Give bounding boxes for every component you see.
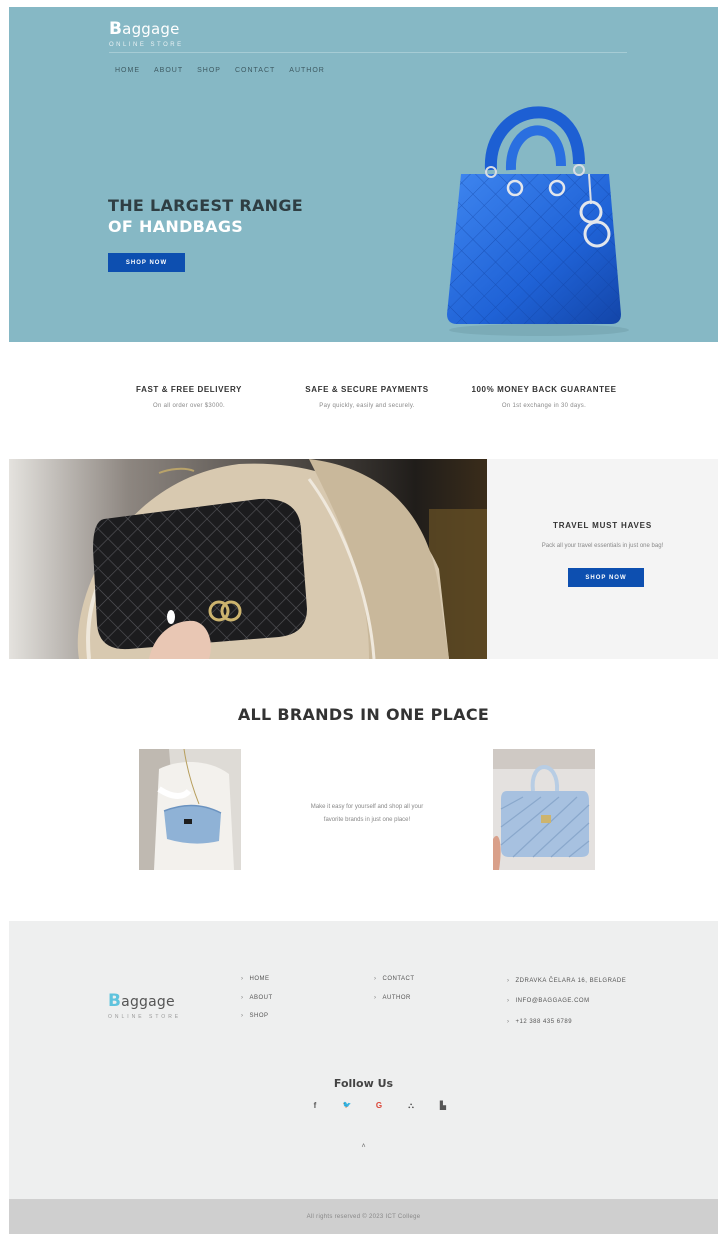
brands-text: Make it easy for yourself and shop all y… (267, 801, 467, 827)
footer-contact-text: INFO@BAGGAGE.COM (515, 998, 590, 1004)
footer: Baggage ONLINE STORE › HOME › ABOUT › SHOP … (9, 921, 718, 1199)
brand-image-right[interactable] (493, 749, 595, 870)
travel-panel: TRAVEL MUST HAVES Pack all your travel e… (487, 459, 718, 659)
footer-email[interactable]: › INFO@BAGGAGE.COM (507, 998, 590, 1004)
brands-text-line1: Make it easy for yourself and shop all y… (310, 804, 424, 810)
logo-initial: B (109, 19, 123, 39)
chevron-right-icon: › (241, 1013, 244, 1019)
footer-logo[interactable]: Baggage ONLINE STORE (108, 991, 181, 1020)
footer-logo-initial: B (108, 991, 122, 1011)
header-divider (109, 52, 627, 53)
travel-bag-image (9, 459, 487, 659)
sitemap-icon[interactable]: ⛬ (395, 1101, 427, 1111)
feature-payments: SAFE & SECURE PAYMENTS Pay quickly, easi… (272, 385, 462, 409)
footer-link-label: AUTHOR (382, 995, 411, 1001)
feature-delivery: FAST & FREE DELIVERY On all order over $… (94, 385, 284, 409)
hero-title-line1: THE LARGEST RANGE (108, 196, 304, 215)
travel-title: TRAVEL MUST HAVES (553, 521, 652, 530)
chevron-right-icon: › (507, 1019, 510, 1025)
facebook-icon[interactable]: f (299, 1101, 331, 1111)
footer-link-label: CONTACT (382, 976, 415, 982)
logo-rest: aggage (122, 20, 180, 38)
nav-author[interactable]: AUTHOR (289, 67, 325, 74)
chevron-right-icon: › (241, 995, 244, 1001)
footer-link-label: SHOP (249, 1013, 269, 1019)
feature-text: Pay quickly, easily and securely. (319, 403, 415, 409)
features-section: FAST & FREE DELIVERY On all order over $… (9, 385, 718, 425)
footer-phone[interactable]: › +12 388 435 6789 (507, 1019, 572, 1025)
main-nav: HOME ABOUT SHOP CONTACT AUTHOR (115, 67, 325, 74)
footer-contact-text: +12 388 435 6789 (515, 1019, 573, 1025)
brands-text-line2: favorite brands in just one place! (323, 817, 411, 823)
hero-handbag-image (439, 92, 634, 337)
footer-link-label: HOME (249, 976, 270, 982)
back-to-top-icon[interactable]: ˄ (9, 1143, 718, 1150)
nav-about[interactable]: ABOUT (154, 67, 183, 74)
feature-guarantee: 100% MONEY BACK GUARANTEE On 1st exchang… (449, 385, 639, 409)
travel-text: Pack all your travel essentials in just … (541, 543, 664, 549)
chevron-right-icon: › (374, 976, 377, 982)
nav-contact[interactable]: CONTACT (235, 67, 275, 74)
chevron-right-icon: › (507, 998, 510, 1004)
footer-link-contact[interactable]: › CONTACT (374, 976, 415, 982)
footer-link-label: ABOUT (249, 995, 273, 1001)
travel-shop-now-button[interactable]: SHOP NOW (568, 568, 644, 587)
brands-title: ALL BRANDS IN ONE PLACE (237, 705, 490, 724)
hero-section: Baggage ONLINE STORE HOME ABOUT SHOP CON… (9, 7, 718, 342)
copyright-bar: All rights reserved © 2023 ICT College (9, 1199, 718, 1234)
footer-link-author[interactable]: › AUTHOR (374, 995, 411, 1001)
feature-text: On 1st exchange in 30 days. (501, 403, 587, 409)
footer-address: › ZDRAVKA ČELARA 16, BELGRADE (507, 978, 626, 984)
footer-link-shop[interactable]: › SHOP (241, 1013, 269, 1019)
footer-logo-rest: aggage (121, 994, 175, 1010)
page: Baggage ONLINE STORE HOME ABOUT SHOP CON… (9, 7, 718, 1234)
feature-title: SAFE & SECURE PAYMENTS (305, 385, 429, 394)
follow-us-title: Follow Us (333, 1077, 394, 1090)
twitter-icon[interactable]: 🐦 (331, 1101, 363, 1111)
footer-logo-tagline: ONLINE STORE (108, 1014, 182, 1020)
brand-image-left[interactable] (139, 749, 241, 870)
chevron-right-icon: › (374, 995, 377, 1001)
hero-title: THE LARGEST RANGE OF HANDBAGS (108, 195, 303, 237)
nav-shop[interactable]: SHOP (197, 67, 221, 74)
feature-text: On all order over $3000. (153, 403, 225, 409)
hero-shop-now-button[interactable]: SHOP NOW (108, 253, 185, 272)
logo-tagline: ONLINE STORE (109, 42, 184, 48)
social-links: f 🐦 G ⛬ ▙ (299, 1101, 459, 1111)
hero-title-line2: OF HANDBAGS (108, 217, 244, 236)
footer-contact-text: ZDRAVKA ČELARA 16, BELGRADE (515, 978, 627, 984)
logo[interactable]: Baggage ONLINE STORE (109, 19, 184, 48)
document-icon[interactable]: ▙ (427, 1101, 459, 1111)
feature-title: FAST & FREE DELIVERY (136, 385, 242, 394)
feature-title: 100% MONEY BACK GUARANTEE (471, 385, 617, 394)
chevron-right-icon: › (241, 976, 244, 982)
footer-link-about[interactable]: › ABOUT (241, 995, 273, 1001)
chevron-right-icon: › (507, 978, 510, 984)
google-icon[interactable]: G (363, 1101, 395, 1111)
copyright-text: All rights reserved © 2023 ICT College (306, 1213, 421, 1220)
footer-link-home[interactable]: › HOME (241, 976, 270, 982)
nav-home[interactable]: HOME (115, 67, 140, 74)
